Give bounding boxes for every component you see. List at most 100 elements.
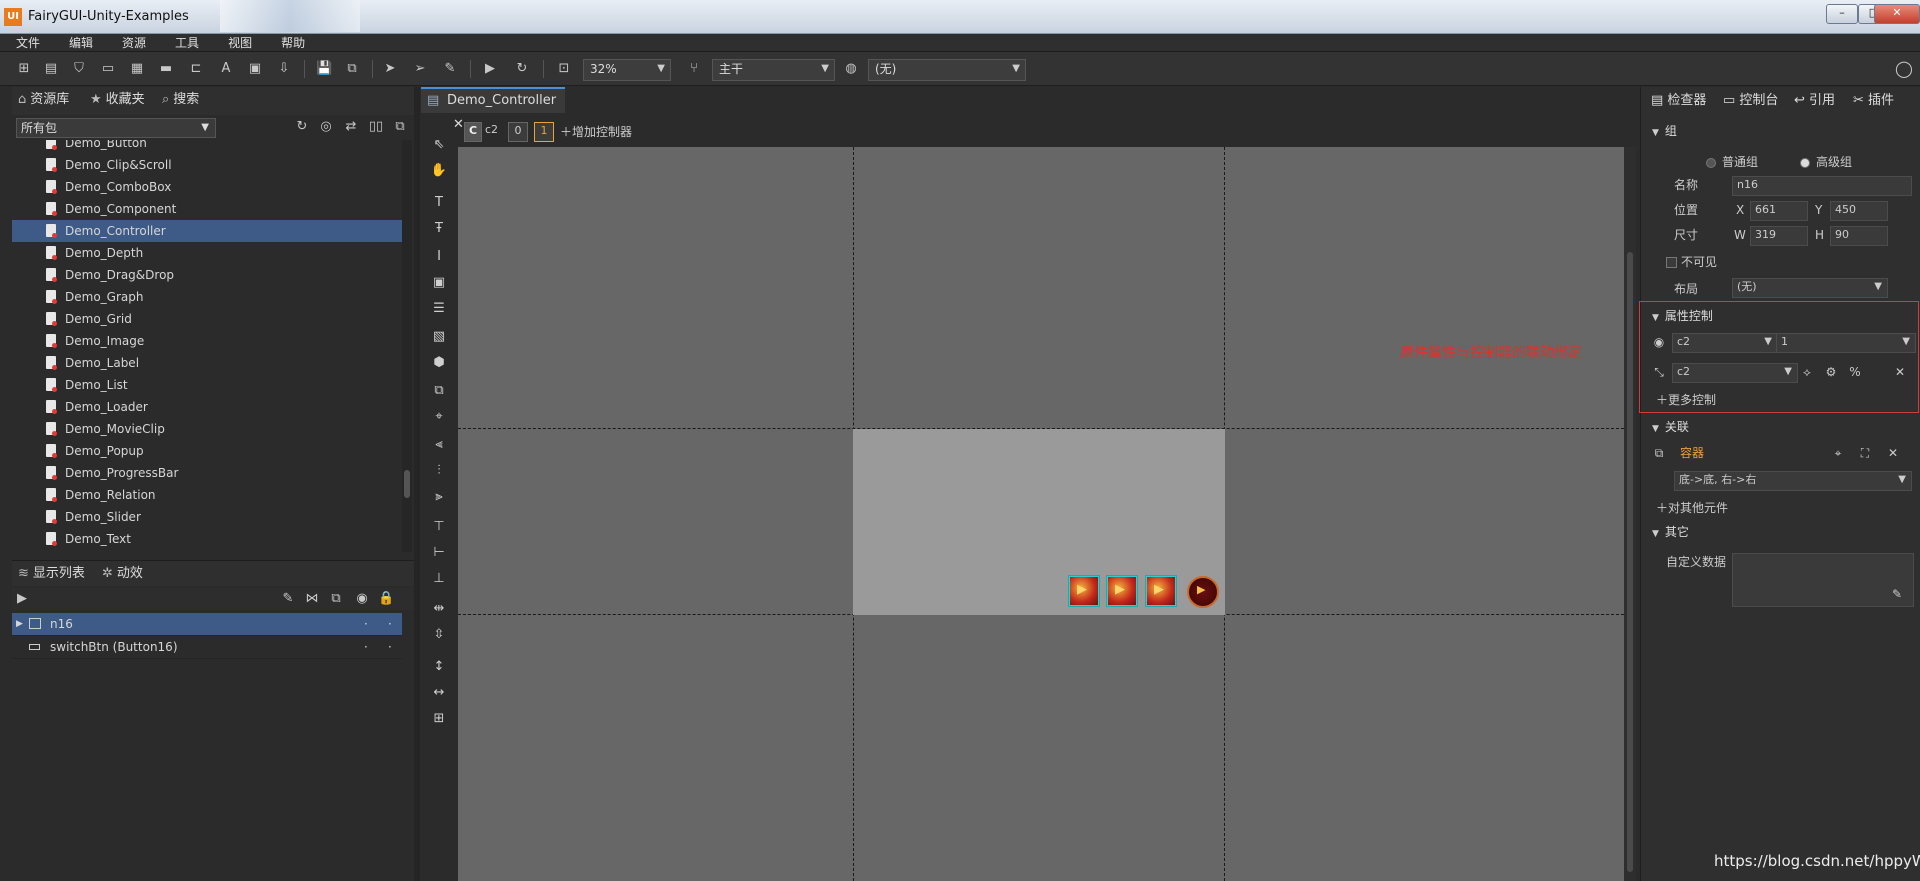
swap-icon[interactable]: ⇄ — [343, 119, 359, 135]
tab-references[interactable]: ↩ 引用 — [1794, 91, 1835, 111]
new-progress-icon[interactable]: ▬ — [158, 61, 174, 77]
section-group[interactable]: ▼ 组 — [1652, 122, 1677, 140]
controller-page-1[interactable]: 1 — [534, 122, 554, 142]
switch-btn[interactable] — [1187, 576, 1219, 608]
expand-arrow-icon[interactable]: ▶ — [16, 613, 23, 635]
relation-target[interactable]: 容器 — [1680, 444, 1704, 462]
align-left-icon[interactable]: ⫷ — [429, 436, 449, 454]
library-item[interactable]: Demo_Graph — [12, 286, 402, 308]
new-slider-icon[interactable]: ⊏ — [188, 61, 204, 77]
library-item[interactable]: Demo_ComboBox — [12, 176, 402, 198]
library-item[interactable]: Demo_Controller — [12, 220, 402, 242]
align-bottom-icon[interactable]: ⊥ — [429, 570, 449, 588]
publish-all-icon[interactable]: ➢ — [412, 61, 428, 77]
library-item[interactable]: Demo_Text — [12, 528, 402, 550]
columns-icon[interactable]: ▯▯ — [368, 119, 384, 135]
w-input[interactable]: 319 — [1750, 226, 1808, 246]
add-relation-button[interactable]: ＋对其他元件 — [1656, 499, 1728, 517]
save-all-icon[interactable]: ⧉ — [344, 61, 360, 77]
tween-icon[interactable]: ⟡ — [1798, 363, 1816, 381]
controller-page-0[interactable]: 0 — [508, 122, 528, 142]
grid-icon[interactable]: ⊞ — [429, 710, 449, 728]
invisible-checkbox[interactable]: 不可见 — [1666, 253, 1717, 271]
library-item[interactable]: Demo_Grid — [12, 308, 402, 330]
gear1-page-select[interactable]: 1 ▼ — [1776, 333, 1916, 353]
y-input[interactable]: 450 — [1830, 201, 1888, 221]
library-item[interactable]: Demo_Depth — [12, 242, 402, 264]
new-component-icon[interactable]: ▤ — [43, 61, 59, 77]
library-item[interactable]: Demo_Relation — [12, 484, 402, 506]
align-right-icon[interactable]: ⫸ — [429, 488, 449, 506]
language-select[interactable]: (无) ▼ — [868, 59, 1026, 81]
tab-library[interactable]: ⌂ 资源库 — [18, 87, 69, 113]
visible-dot-icon[interactable]: · — [364, 636, 368, 658]
lock-dot-icon[interactable]: · — [388, 636, 392, 658]
add-controller-button[interactable]: ＋增加控制器 — [560, 123, 632, 140]
display-row-n16[interactable]: ▶ n16 · · — [12, 613, 402, 636]
distribute-v-icon[interactable]: ⇳ — [429, 626, 449, 644]
edit-icon[interactable]: ✎ — [280, 591, 296, 607]
minimize-button[interactable]: – — [1826, 4, 1858, 24]
h-input[interactable]: 90 — [1830, 226, 1888, 246]
same-height-icon[interactable]: ↕ — [429, 658, 449, 676]
user-icon[interactable]: ◯ — [1895, 61, 1913, 77]
remove-relation-icon[interactable]: ✕ — [1884, 444, 1902, 462]
advanced-group-radio[interactable]: 高级组 — [1800, 153, 1852, 171]
bookmark-icon[interactable]: ⛉ — [71, 61, 87, 77]
library-item[interactable]: Demo_List — [12, 374, 402, 396]
visible-dot-icon[interactable]: · — [364, 613, 368, 635]
panel-divider[interactable] — [414, 87, 420, 881]
section-gear[interactable]: ▼ 属性控制 — [1652, 307, 1713, 325]
refresh-library-icon[interactable]: ↻ — [294, 119, 310, 135]
text-tool-icon[interactable]: T — [429, 194, 449, 212]
menu-view[interactable]: 视图 — [212, 34, 265, 52]
collapse-icon[interactable]: ⧉ — [392, 119, 408, 135]
branch-select[interactable]: 主干 ▼ — [712, 59, 835, 81]
tab-search[interactable]: ⌕ 搜索 — [162, 87, 199, 113]
save-icon[interactable]: 💾 — [316, 61, 332, 77]
library-item[interactable]: Demo_Drag&Drop — [12, 264, 402, 286]
name-input[interactable]: n16 — [1732, 176, 1912, 196]
expand-icon[interactable]: ▶ — [14, 591, 30, 607]
publish-icon[interactable]: ➤ — [382, 61, 398, 77]
canvas-scroll-thumb[interactable] — [1627, 252, 1633, 872]
distribute-h-icon[interactable]: ⇹ — [429, 600, 449, 618]
switch-button-2[interactable] — [1106, 575, 1138, 607]
lock-icon[interactable]: 🔒 — [378, 591, 394, 607]
image-tool-icon[interactable]: ▣ — [429, 274, 449, 292]
library-item[interactable]: Demo_Loader — [12, 396, 402, 418]
target-icon[interactable]: ⌖ — [1829, 444, 1847, 462]
edit-icon[interactable]: ✎ — [1888, 585, 1906, 603]
library-item[interactable]: Demo_Component — [12, 198, 402, 220]
package-filter-select[interactable]: 所有包 ▼ — [16, 118, 216, 138]
tab-transitions[interactable]: ✲ 动效 — [102, 561, 143, 587]
refresh-icon[interactable]: ↻ — [514, 61, 530, 77]
menu-edit[interactable]: 编辑 — [53, 34, 106, 52]
section-other[interactable]: ▼ 其它 — [1652, 523, 1689, 541]
library-item[interactable]: Demo_Clip&Scroll — [12, 154, 402, 176]
select-tool-icon[interactable]: ⇖ — [429, 136, 449, 154]
group-icon[interactable]: ⧉ — [328, 591, 344, 607]
display-row-switchbtn[interactable]: switchBtn (Button16) · · — [12, 636, 402, 659]
menu-tools[interactable]: 工具 — [159, 34, 212, 52]
new-combobox-icon[interactable]: ▦ — [129, 61, 145, 77]
tab-demo-controller[interactable]: ▤ Demo_Controller ✕ — [421, 87, 565, 132]
library-item[interactable]: Demo_Image — [12, 330, 402, 352]
tab-favorites[interactable]: ★ 收藏夹 — [90, 87, 145, 113]
remove-gear-icon[interactable]: ✕ — [1891, 363, 1909, 381]
menu-file[interactable]: 文件 — [0, 34, 53, 52]
new-button-icon[interactable]: ▭ — [100, 61, 116, 77]
import-icon[interactable]: ⇩ — [276, 61, 292, 77]
loader-tool-icon[interactable]: ▧ — [429, 328, 449, 346]
percent-icon[interactable]: % — [1846, 363, 1864, 381]
x-input[interactable]: 661 — [1750, 201, 1808, 221]
anchor-tool-icon[interactable]: ⌖ — [429, 408, 449, 426]
library-item[interactable]: Demo_Slider — [12, 506, 402, 528]
locate-icon[interactable]: ◎ — [318, 119, 334, 135]
tab-inspector[interactable]: ▤ 检查器 — [1651, 91, 1706, 111]
lock-dot-icon[interactable]: · — [388, 613, 392, 635]
list-tool-icon[interactable]: ☰ — [429, 300, 449, 318]
settings-icon[interactable]: ⚙ — [1822, 363, 1840, 381]
controller-name[interactable]: c2 — [485, 123, 498, 136]
richtext-tool-icon[interactable]: Ŧ — [429, 220, 449, 238]
